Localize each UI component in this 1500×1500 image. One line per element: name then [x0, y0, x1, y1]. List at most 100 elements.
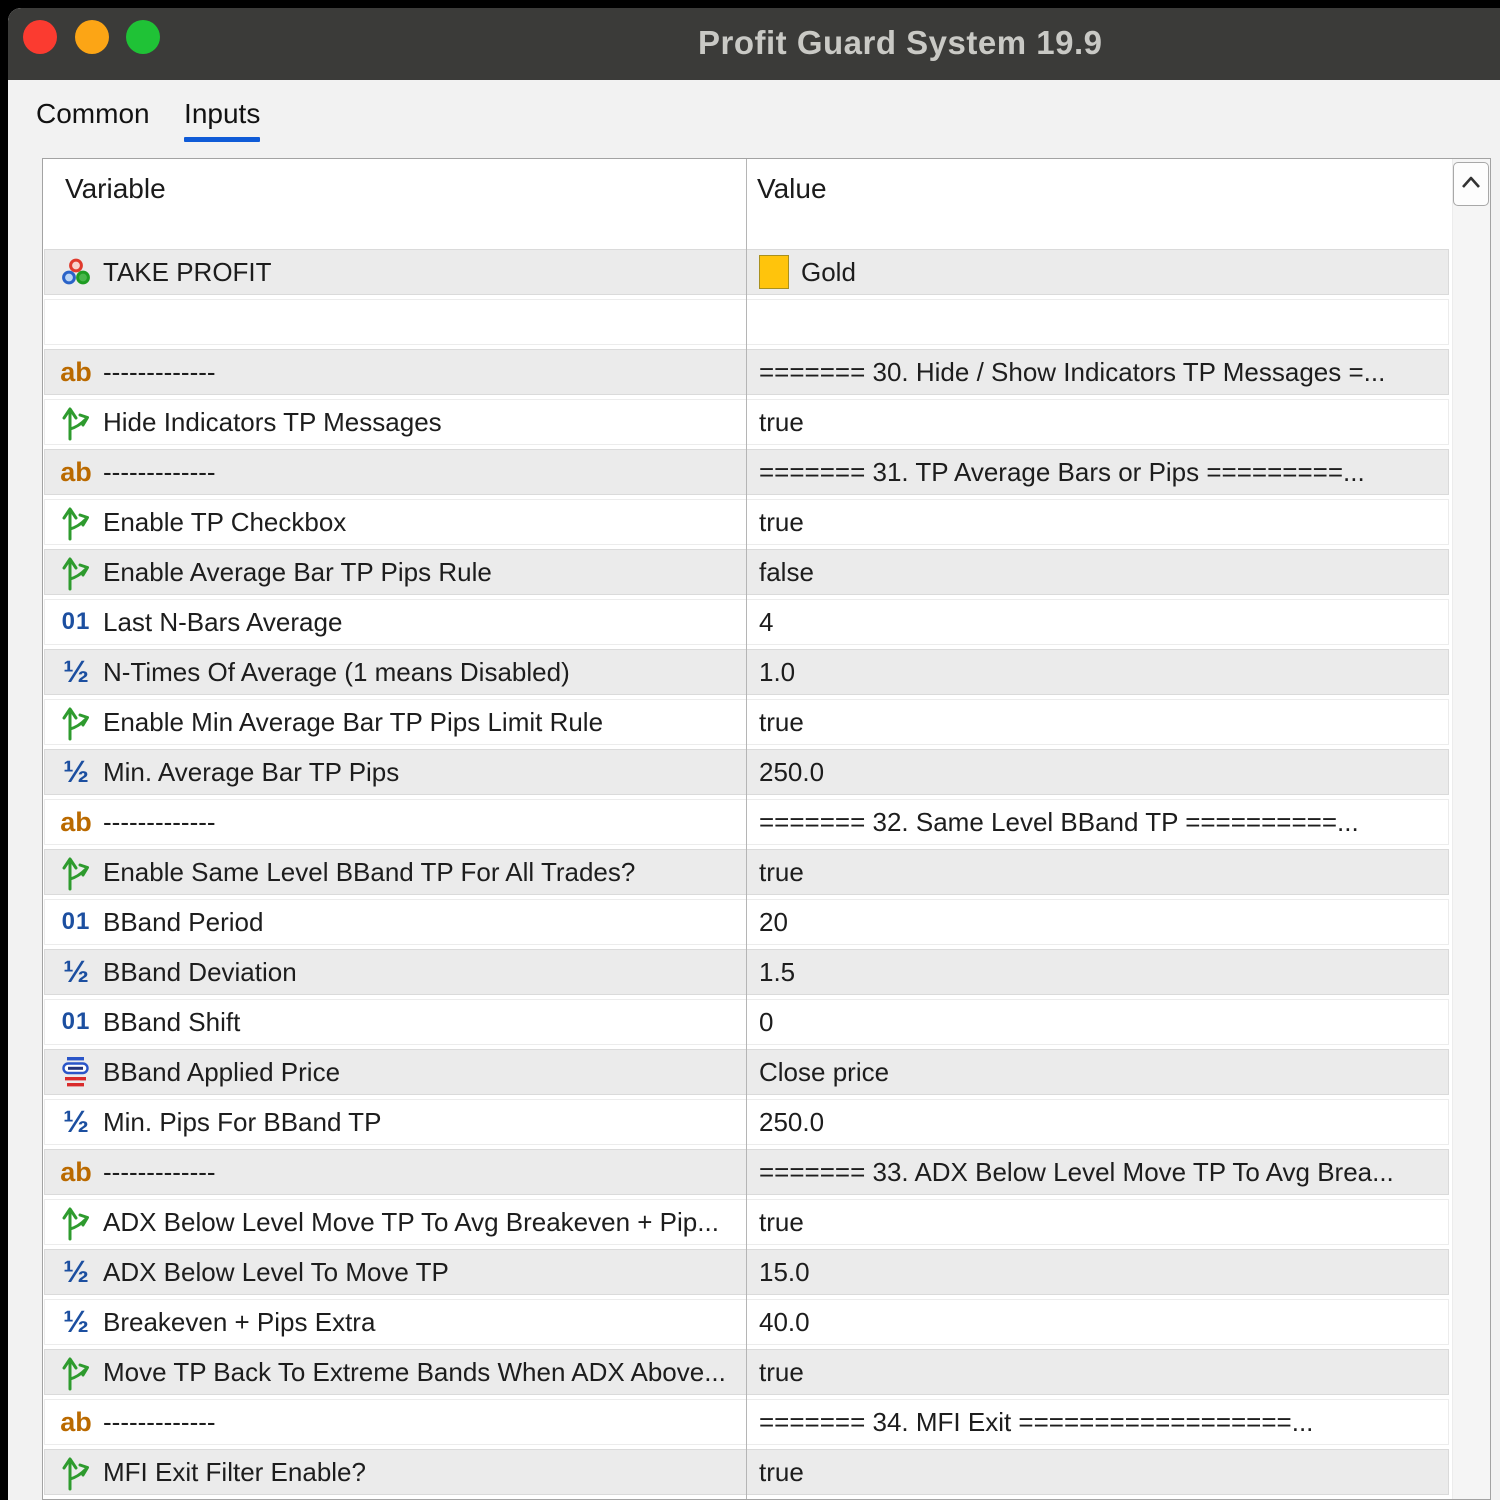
- value-cell[interactable]: ======= 32. Same Level BBand TP ========…: [747, 800, 1448, 844]
- variable-cell[interactable]: ab -------------: [45, 350, 747, 394]
- variable-cell[interactable]: TAKE PROFIT: [45, 250, 747, 294]
- value-cell[interactable]: 1.5: [747, 950, 1448, 994]
- row-label: Enable Same Level BBand TP For All Trade…: [103, 856, 636, 887]
- value-cell[interactable]: 0: [747, 1000, 1448, 1044]
- variable-cell[interactable]: ½ Min. Pips For BBand TP: [45, 1100, 747, 1144]
- row-value: 1.0: [759, 656, 796, 687]
- row-value: true: [759, 706, 804, 737]
- row-label: -------------: [103, 356, 216, 387]
- row-label: Min. Average Bar TP Pips: [103, 756, 400, 787]
- variable-cell[interactable]: ½ Min. Average Bar TP Pips: [45, 750, 747, 794]
- ab-icon: ab: [60, 806, 92, 837]
- row-label: BBand Applied Price: [103, 1056, 341, 1087]
- double-icon: ½: [63, 954, 89, 989]
- value-cell[interactable]: false: [747, 550, 1448, 594]
- variable-cell[interactable]: ab -------------: [45, 800, 747, 844]
- scrollbar-track[interactable]: [1452, 159, 1490, 1499]
- value-cell[interactable]: ======= 34. MFI Exit ==================.…: [747, 1400, 1448, 1444]
- row-label: BBand Period: [103, 906, 264, 937]
- value-cell[interactable]: true: [747, 1350, 1448, 1394]
- column-divider[interactable]: [746, 159, 747, 1499]
- value-cell[interactable]: true: [747, 1450, 1448, 1494]
- row-label: Enable TP Checkbox: [103, 506, 347, 537]
- parameters-table: Variable Value TAKE PROFIT Gold ab -----…: [42, 158, 1491, 1500]
- window-title: Profit Guard System 19.9: [698, 24, 1103, 61]
- double-icon: ½: [63, 654, 89, 689]
- variable-cell[interactable]: BBand Applied Price: [45, 1050, 747, 1094]
- value-cell[interactable]: 1.0: [747, 650, 1448, 694]
- row-value: true: [759, 406, 804, 437]
- variable-cell[interactable]: Enable Average Bar TP Pips Rule: [45, 550, 747, 594]
- double-icon: ½: [63, 1254, 89, 1289]
- row-value: ======= 33. ADX Below Level Move TP To A…: [759, 1156, 1394, 1187]
- tab-common[interactable]: Common: [36, 98, 150, 140]
- column-header-value[interactable]: Value: [757, 173, 827, 205]
- minimize-button[interactable]: [75, 20, 109, 54]
- variable-cell[interactable]: Enable Min Average Bar TP Pips Limit Rul…: [45, 700, 747, 744]
- tabbar: Common Inputs: [36, 98, 290, 142]
- tab-inputs[interactable]: Inputs: [184, 98, 261, 142]
- row-value: ======= 30. Hide / Show Indicators TP Me…: [759, 356, 1386, 387]
- app-window: Profit Guard System 19.9 Common Inputs V…: [8, 8, 1500, 1500]
- titlebar: Profit Guard System 19.9: [8, 8, 1500, 80]
- variable-cell[interactable]: 01 BBand Shift: [45, 1000, 747, 1044]
- variable-cell[interactable]: Enable TP Checkbox: [45, 500, 747, 544]
- row-value: true: [759, 1356, 804, 1387]
- value-cell[interactable]: true: [747, 500, 1448, 544]
- value-cell[interactable]: Gold: [747, 250, 1448, 294]
- row-label: -------------: [103, 806, 216, 837]
- value-cell[interactable]: 15.0: [747, 1250, 1448, 1294]
- close-button[interactable]: [23, 20, 57, 54]
- variable-cell[interactable]: ½ Breakeven + Pips Extra: [45, 1300, 747, 1344]
- row-label: Enable Min Average Bar TP Pips Limit Rul…: [103, 706, 604, 737]
- row-value: ======= 32. Same Level BBand TP ========…: [759, 806, 1359, 837]
- value-cell[interactable]: Close price: [747, 1050, 1448, 1094]
- value-cell[interactable]: 40.0: [747, 1300, 1448, 1344]
- value-cell[interactable]: 250.0: [747, 1100, 1448, 1144]
- row-label: Min. Pips For BBand TP: [103, 1106, 382, 1137]
- variable-cell[interactable]: ½ BBand Deviation: [45, 950, 747, 994]
- variable-cell[interactable]: ab -------------: [45, 450, 747, 494]
- variable-cell[interactable]: ab -------------: [45, 1150, 747, 1194]
- value-cell[interactable]: ======= 30. Hide / Show Indicators TP Me…: [747, 350, 1448, 394]
- variable-cell[interactable]: Enable Same Level BBand TP For All Trade…: [45, 850, 747, 894]
- variable-cell[interactable]: 01 BBand Period: [45, 900, 747, 944]
- variable-cell[interactable]: Move TP Back To Extreme Bands When ADX A…: [45, 1350, 747, 1394]
- value-cell[interactable]: 250.0: [747, 750, 1448, 794]
- variable-cell[interactable]: 01 Last N-Bars Average: [45, 600, 747, 644]
- variable-cell[interactable]: ½ ADX Below Level To Move TP: [45, 1250, 747, 1294]
- value-cell[interactable]: true: [747, 400, 1448, 444]
- value-cell[interactable]: 4: [747, 600, 1448, 644]
- row-value: true: [759, 1206, 804, 1237]
- variable-cell[interactable]: MFI Exit Filter Enable?: [45, 1450, 747, 1494]
- chevron-up-icon: [1459, 174, 1483, 195]
- variable-cell[interactable]: [45, 300, 747, 344]
- bool-icon: [57, 1351, 95, 1393]
- color-swatch[interactable]: [759, 255, 789, 289]
- color-icon: [57, 257, 95, 287]
- bool-icon: [57, 551, 95, 593]
- row-label: BBand Shift: [103, 1006, 241, 1037]
- value-cell[interactable]: true: [747, 850, 1448, 894]
- row-value: 40.0: [759, 1306, 810, 1337]
- zoom-button[interactable]: [126, 20, 160, 54]
- value-cell[interactable]: ======= 31. TP Average Bars or Pips ====…: [747, 450, 1448, 494]
- column-header-variable[interactable]: Variable: [65, 173, 166, 205]
- value-cell[interactable]: true: [747, 700, 1448, 744]
- ab-icon: ab: [60, 1156, 92, 1187]
- variable-cell[interactable]: ADX Below Level Move TP To Avg Breakeven…: [45, 1200, 747, 1244]
- value-cell[interactable]: ======= 33. ADX Below Level Move TP To A…: [747, 1150, 1448, 1194]
- value-cell[interactable]: 20: [747, 900, 1448, 944]
- variable-cell[interactable]: ab -------------: [45, 1400, 747, 1444]
- variable-cell[interactable]: Hide Indicators TP Messages: [45, 400, 747, 444]
- row-label: -------------: [103, 456, 216, 487]
- value-cell[interactable]: [747, 300, 1448, 344]
- int-icon: 01: [61, 1008, 91, 1035]
- row-label: -------------: [103, 1156, 216, 1187]
- scroll-up-button[interactable]: [1453, 162, 1489, 206]
- row-label: N-Times Of Average (1 means Disabled): [103, 656, 570, 687]
- variable-cell[interactable]: ½ N-Times Of Average (1 means Disabled): [45, 650, 747, 694]
- int-icon: 01: [61, 608, 91, 635]
- value-cell[interactable]: true: [747, 1200, 1448, 1244]
- ab-icon: ab: [60, 1406, 92, 1437]
